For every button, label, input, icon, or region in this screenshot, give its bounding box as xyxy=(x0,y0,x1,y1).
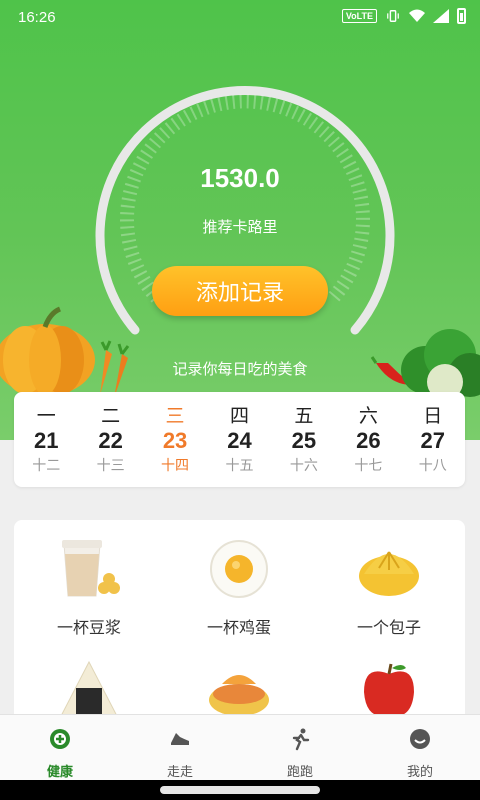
shoe-icon xyxy=(171,733,189,745)
bun-icon xyxy=(359,551,419,596)
food-name: 一杯鸡蛋 xyxy=(206,618,271,637)
apple-icon xyxy=(364,663,414,717)
tab-run[interactable]: 跑跑 xyxy=(240,715,360,780)
tab-profile[interactable]: 我的 xyxy=(360,715,480,780)
calendar-day-weekday: 二 xyxy=(101,405,121,427)
calendar-day-lunar: 十二 xyxy=(32,458,61,474)
food-item[interactable]: 一杯鸡蛋 xyxy=(164,538,314,638)
vibrate-icon xyxy=(387,10,399,22)
hero-section: 16:26 VoLTE 1530.0 推荐卡路里 添加记录 记录你每日吃的美食 xyxy=(0,0,480,440)
calendar-day-date: 22 xyxy=(98,428,123,453)
calorie-value: 1530.0 xyxy=(200,163,280,193)
tab-label: 跑跑 xyxy=(286,765,313,780)
bottom-tab-bar: 健康 走走 跑跑 我的 xyxy=(0,714,480,780)
food-name: 一个包子 xyxy=(356,618,421,637)
calendar-day-date: 27 xyxy=(420,428,445,453)
calendar-day[interactable]: 三 23 十四 xyxy=(143,392,207,487)
calendar-day-weekday: 一 xyxy=(36,405,56,427)
calendar-day[interactable]: 五 25 十六 xyxy=(272,392,336,487)
calendar-day-lunar: 十六 xyxy=(289,458,318,474)
food-name: 一杯豆浆 xyxy=(56,618,121,637)
dish-icon xyxy=(209,675,269,716)
tab-health[interactable]: 健康 xyxy=(0,715,120,780)
calendar-day-date: 26 xyxy=(356,428,381,453)
rice-ball-icon xyxy=(59,660,119,719)
signal-icon xyxy=(433,9,449,23)
home-gesture-bar[interactable] xyxy=(160,786,320,794)
calendar-day[interactable]: 六 26 十七 xyxy=(336,392,400,487)
volte-icon: VoLTE xyxy=(341,9,377,23)
lettuce-icon xyxy=(401,329,480,400)
pumpkin-icon xyxy=(0,306,95,396)
tab-label: 走走 xyxy=(166,765,193,780)
calendar-day-lunar: 十七 xyxy=(354,458,383,474)
calendar-day-lunar: 十三 xyxy=(96,458,125,474)
system-nav-bar xyxy=(0,780,480,800)
calendar-day-date: 23 xyxy=(162,428,188,453)
calendar-day[interactable]: 二 22 十三 xyxy=(78,392,142,487)
food-item[interactable] xyxy=(14,660,164,720)
wifi-icon xyxy=(409,9,425,22)
calendar-day-date: 24 xyxy=(227,428,252,453)
runner-icon xyxy=(292,728,310,751)
food-item[interactable] xyxy=(314,660,464,720)
calendar-day-weekday: 四 xyxy=(229,405,249,427)
status-bar: 16:26 VoLTE xyxy=(0,0,480,36)
food-item[interactable] xyxy=(164,660,314,720)
add-record-button[interactable]: 添加记录 xyxy=(152,266,328,316)
tab-walk[interactable]: 走走 xyxy=(120,715,240,780)
calendar-day-lunar: 十五 xyxy=(225,458,254,474)
tab-label: 健康 xyxy=(46,765,73,780)
calendar-day-date: 21 xyxy=(33,428,59,453)
calendar-day-lunar: 十八 xyxy=(418,458,447,474)
carrot-icon xyxy=(100,340,130,398)
food-item[interactable]: 一杯豆浆 xyxy=(14,538,164,638)
week-calendar: 一 21 十二 二 22 十三 三 23 十四 四 24 十五 五 25 十六 六 26 十七 日 27 十八 xyxy=(14,392,465,487)
calendar-day-weekday: 三 xyxy=(165,405,185,427)
calendar-day-lunar: 十四 xyxy=(161,458,190,474)
profile-icon xyxy=(410,729,430,749)
calendar-day-weekday: 日 xyxy=(423,405,443,427)
tab-label: 我的 xyxy=(406,765,433,780)
soy-milk-icon xyxy=(62,540,120,597)
health-icon xyxy=(50,729,70,749)
food-grid: 一杯豆浆 一杯鸡蛋 一个包子 xyxy=(14,520,465,720)
food-item[interactable]: 一个包子 xyxy=(314,538,464,638)
calendar-day-weekday: 六 xyxy=(358,405,378,427)
status-time: 16:26 xyxy=(18,9,56,26)
calendar-day[interactable]: 日 27 十八 xyxy=(401,392,465,487)
calendar-day-date: 25 xyxy=(291,428,317,453)
battery-icon xyxy=(457,8,466,24)
egg-icon xyxy=(210,540,268,598)
calendar-day[interactable]: 四 24 十五 xyxy=(207,392,271,487)
calendar-day[interactable]: 一 21 十二 xyxy=(14,392,78,487)
calorie-label: 推荐卡路里 xyxy=(202,218,278,236)
calorie-gauge xyxy=(95,86,395,335)
calendar-day-weekday: 五 xyxy=(294,405,314,427)
